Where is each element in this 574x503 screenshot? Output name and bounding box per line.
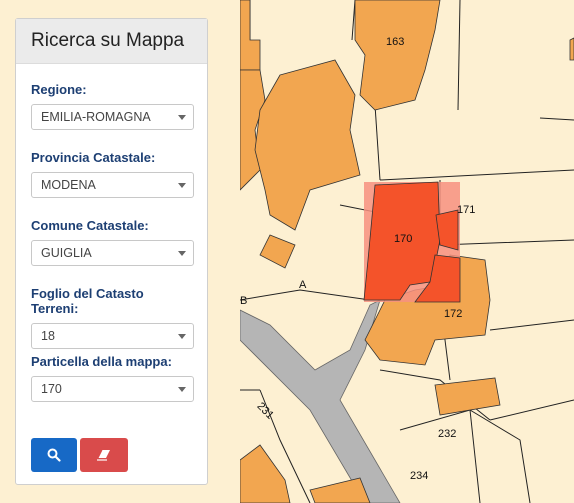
region-label: Regione: [31, 82, 87, 97]
parcel-label: Particella della mappa: [31, 354, 172, 369]
search-button[interactable] [31, 438, 77, 472]
region-select[interactable]: EMILIA-ROMAGNA [31, 104, 194, 130]
map-canvas[interactable] [240, 0, 574, 503]
parcel-label-172: 172 [444, 308, 463, 320]
parcel-label-232: 232 [438, 428, 457, 440]
province-label: Provincia Catastale: [31, 150, 156, 165]
parcel-label-a: A [299, 279, 307, 291]
parcel-label-171: 171 [457, 204, 476, 216]
panel-header: Ricerca su Mappa [16, 19, 207, 64]
map-search-panel: Ricerca su Mappa Regione: EMILIA-ROMAGNA… [15, 18, 208, 485]
chevron-down-icon [178, 387, 186, 392]
parcel-label-b: B [240, 295, 248, 307]
region-value: EMILIA-ROMAGNA [41, 110, 151, 124]
municipality-value: GUIGLIA [41, 246, 92, 260]
eraser-icon [97, 449, 110, 461]
municipality-label: Comune Catastale: [31, 218, 149, 233]
chevron-down-icon [178, 334, 186, 339]
sheet-value: 18 [41, 329, 55, 343]
municipality-select[interactable]: GUIGLIA [31, 240, 194, 266]
chevron-down-icon [178, 115, 186, 120]
parcel-field: Particella della mappa: 170 [31, 354, 194, 402]
province-select[interactable]: MODENA [31, 172, 194, 198]
clear-button[interactable] [80, 438, 128, 472]
parcel-select[interactable]: 170 [31, 376, 194, 402]
parcel-label-234: 234 [410, 470, 429, 482]
province-value: MODENA [41, 178, 96, 192]
parcel-value: 170 [41, 382, 62, 396]
chevron-down-icon [178, 251, 186, 256]
province-field: Provincia Catastale: MODENA [31, 150, 194, 198]
sheet-label: Foglio del Catasto Terreni: [31, 286, 144, 316]
search-icon [47, 448, 61, 462]
parcel-label-170: 170 [394, 233, 413, 245]
sheet-field: Foglio del Catasto Terreni: 18 [31, 286, 194, 349]
sheet-select[interactable]: 18 [31, 323, 194, 349]
chevron-down-icon [178, 183, 186, 188]
municipality-field: Comune Catastale: GUIGLIA [31, 218, 194, 266]
parcel-label-163: 163 [386, 36, 405, 48]
panel-title: Ricerca su Mappa [31, 30, 185, 51]
cadastral-map[interactable]: 163 170 171 172 A B 231 232 234 [240, 0, 574, 503]
region-field: Regione: EMILIA-ROMAGNA [31, 82, 194, 130]
